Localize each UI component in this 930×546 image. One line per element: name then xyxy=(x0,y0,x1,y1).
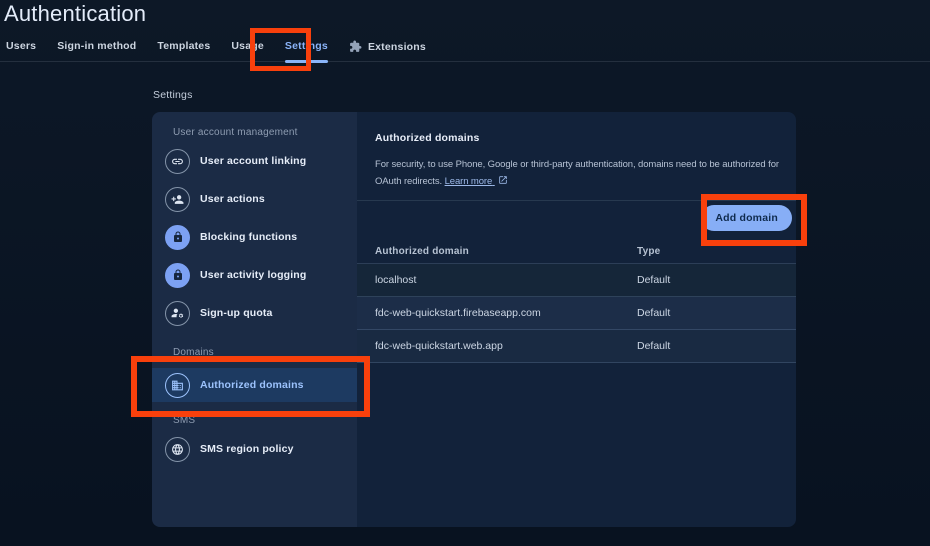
column-header-type: Type xyxy=(637,246,660,257)
sidebar-item-sms-region-policy[interactable]: SMS region policy xyxy=(152,430,357,468)
domain-cell: localhost xyxy=(375,274,416,286)
authorized-domains-panel: Authorized domains For security, to use … xyxy=(357,112,796,527)
sidebar-item-label: Sign-up quota xyxy=(200,307,273,319)
domain-cell: fdc-web-quickstart.firebaseapp.com xyxy=(375,307,541,319)
tab-extensions-label: Extensions xyxy=(368,41,426,53)
panel-heading: Authorized domains xyxy=(375,132,480,144)
settings-sidebar: User account management User account lin… xyxy=(152,112,357,527)
sidebar-item-user-actions[interactable]: User actions xyxy=(152,180,357,218)
tab-sign-in-method[interactable]: Sign-in method xyxy=(57,32,136,64)
annotation-box-settings-tab xyxy=(250,28,311,71)
sidebar-item-user-activity-logging[interactable]: User activity logging xyxy=(152,256,357,294)
sidebar-section-user-account-management: User account management xyxy=(173,124,357,142)
panel-description: For security, to use Phone, Google or th… xyxy=(375,156,785,191)
page-title: Authentication xyxy=(4,1,146,27)
sidebar-item-label: Blocking functions xyxy=(200,231,297,243)
type-cell: Default xyxy=(637,274,670,286)
tab-templates[interactable]: Templates xyxy=(157,32,210,64)
settings-card: User account management User account lin… xyxy=(152,112,796,527)
settings-section-label: Settings xyxy=(153,89,193,101)
lock-icon xyxy=(165,263,190,288)
type-cell: Default xyxy=(637,340,670,352)
sidebar-item-sign-up-quota[interactable]: Sign-up quota xyxy=(152,294,357,332)
annotation-box-add-domain xyxy=(701,194,807,246)
external-link-icon xyxy=(498,174,508,191)
column-header-authorized-domain: Authorized domain xyxy=(375,246,469,257)
sidebar-item-label: User account linking xyxy=(200,155,306,167)
sidebar-item-label: User actions xyxy=(200,193,265,205)
table-row: localhost Default xyxy=(357,264,796,297)
learn-more-label: Learn more xyxy=(445,176,493,187)
link-icon xyxy=(165,149,190,174)
sidebar-item-label: User activity logging xyxy=(200,269,306,281)
tab-sign-in-method-label: Sign-in method xyxy=(57,40,136,52)
description-text: For security, to use Phone, Google or th… xyxy=(375,159,779,187)
puzzle-icon xyxy=(349,40,362,53)
type-cell: Default xyxy=(637,307,670,319)
lock-icon xyxy=(165,225,190,250)
domain-cell: fdc-web-quickstart.web.app xyxy=(375,340,503,352)
sidebar-item-blocking-functions[interactable]: Blocking functions xyxy=(152,218,357,256)
sidebar-item-label: SMS region policy xyxy=(200,443,294,455)
tab-users[interactable]: Users xyxy=(6,32,36,64)
learn-more-link[interactable]: Learn more xyxy=(445,176,508,187)
table-row: fdc-web-quickstart.firebaseapp.com Defau… xyxy=(357,297,796,330)
user-gear-icon xyxy=(165,301,190,326)
annotation-box-authorized-domains xyxy=(131,356,370,417)
tab-extensions[interactable]: Extensions xyxy=(349,32,426,65)
authorized-domains-table: Authorized domain Type localhost Default… xyxy=(357,238,796,363)
tab-templates-label: Templates xyxy=(157,40,210,52)
table-row: fdc-web-quickstart.web.app Default xyxy=(357,330,796,363)
tab-users-label: Users xyxy=(6,40,36,52)
tab-bar: Users Sign-in method Templates Usage Set… xyxy=(6,32,426,62)
sidebar-item-user-account-linking[interactable]: User account linking xyxy=(152,142,357,180)
user-add-icon xyxy=(165,187,190,212)
globe-icon xyxy=(165,437,190,462)
